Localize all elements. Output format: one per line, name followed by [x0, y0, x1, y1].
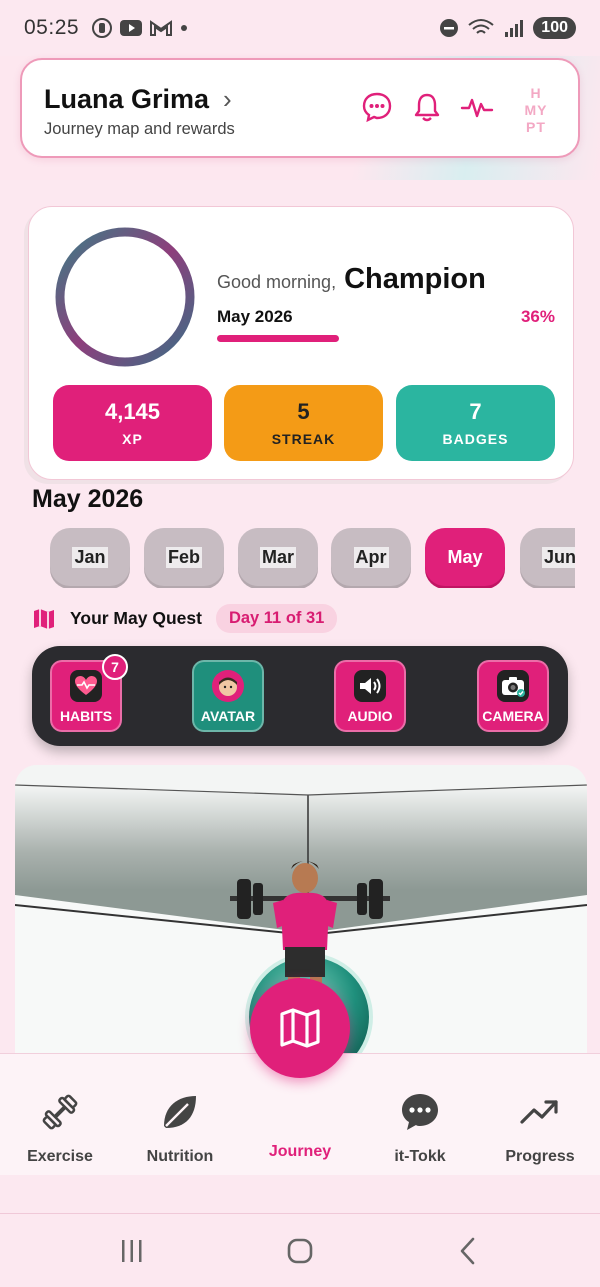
speaker-icon — [354, 670, 386, 702]
map-icon — [34, 608, 54, 629]
profile-name: Luana Grima — [44, 84, 210, 114]
dumbbell-icon — [42, 1094, 78, 1130]
greeting-nickname: Champion — [344, 263, 486, 295]
month-chip-label: Feb — [165, 546, 202, 568]
month-chip-mar[interactable]: Mar — [238, 528, 318, 586]
quest-day-badge: Day 11 of 31 — [215, 604, 338, 633]
habits-count-badge: 7 — [102, 654, 128, 680]
streak-label: STREAK — [271, 431, 336, 447]
badges-stat[interactable]: 7 BADGES — [396, 385, 555, 461]
month-progress-percent: 36% — [520, 307, 555, 326]
quest-title: Your May Quest — [70, 608, 202, 628]
profile-name-link[interactable]: Luana Grima › — [44, 84, 232, 115]
app-notification-icon — [92, 18, 113, 38]
calendar-title: May 2026 — [32, 485, 144, 513]
nav-nutrition-label: Nutrition — [146, 1148, 214, 1165]
hmypt-logo: H MY PT — [514, 82, 558, 138]
gmail-icon — [150, 20, 173, 36]
battery-indicator: 100 — [533, 17, 576, 39]
youtube-icon — [120, 20, 143, 36]
camera-icon — [497, 670, 529, 702]
heart-pulse-icon — [70, 670, 102, 702]
month-chip-may[interactable]: May — [425, 528, 505, 586]
month-selector: Jan Feb Mar Apr May Jun — [50, 528, 575, 588]
avatar-label: AVATAR — [200, 708, 256, 724]
map-icon — [280, 1008, 320, 1048]
header-card: Luana Grima › Journey map and rewards H … — [20, 58, 580, 158]
trend-up-icon — [520, 1100, 558, 1124]
nav-it-tokk-label: it-Tokk — [394, 1148, 446, 1165]
xp-value: 4,145 — [104, 399, 161, 424]
xp-label: XP — [122, 431, 143, 447]
camera-button[interactable]: CAMERA — [477, 660, 549, 732]
greeting: Good morning, Champion — [217, 263, 486, 296]
home-icon[interactable] — [280, 1236, 320, 1266]
audio-label: AUDIO — [347, 708, 393, 724]
nav-nutrition[interactable]: Nutrition — [120, 1090, 240, 1166]
lower-spacer — [0, 1175, 600, 1213]
nav-journey-label: Journey — [268, 1143, 332, 1160]
avatar-button[interactable]: AVATAR — [192, 660, 264, 732]
signal-icon — [505, 20, 524, 37]
habits-button[interactable]: HABITS 7 — [50, 654, 128, 732]
quest-row: Your May Quest Day 11 of 31 — [32, 604, 338, 633]
month-chip-label: Apr — [353, 546, 389, 568]
nav-exercise[interactable]: Exercise — [0, 1090, 120, 1166]
month-chip-apr[interactable]: Apr — [331, 528, 411, 586]
quest-action-bar: HABITS 7 AVATAR AUDIO CAMERA — [32, 646, 568, 746]
avatar-progress-ring[interactable] — [53, 225, 197, 369]
logo-line-1: H — [530, 84, 542, 101]
month-chip-jun[interactable]: Jun — [520, 528, 575, 586]
month-chip-feb[interactable]: Feb — [144, 528, 224, 586]
month-progress-label: May 2026 — [217, 307, 293, 326]
badges-value: 7 — [469, 399, 482, 424]
system-navigation-bar — [0, 1213, 600, 1287]
month-chip-label: Jun — [541, 546, 575, 568]
audio-button[interactable]: AUDIO — [334, 660, 406, 732]
nav-journey-button[interactable] — [250, 978, 350, 1078]
camera-label: CAMERA — [482, 708, 544, 724]
status-time: 05:25 — [24, 16, 80, 39]
month-chip-jan[interactable]: Jan — [50, 528, 130, 586]
habits-label: HABITS — [59, 708, 113, 724]
chat-bubble-icon — [402, 1094, 438, 1130]
chevron-right-icon: › — [223, 84, 232, 114]
recent-apps-icon[interactable] — [112, 1236, 152, 1266]
logo-line-2: MY — [524, 101, 548, 118]
status-notification-icons — [91, 17, 189, 39]
streak-stat[interactable]: 5 STREAK — [224, 385, 383, 461]
nav-exercise-label: Exercise — [27, 1148, 93, 1165]
leaf-icon — [164, 1096, 196, 1128]
status-system-icons: 100 — [439, 17, 576, 39]
nav-it-tokk[interactable]: it-Tokk — [360, 1090, 480, 1166]
bell-icon[interactable] — [410, 90, 444, 124]
xp-stat[interactable]: 4,145 XP — [53, 385, 212, 461]
dnd-icon — [440, 19, 459, 37]
profile-summary-card: Good morning, Champion May 2026 36% 4,14… — [28, 206, 574, 480]
greeting-text: Good morning, — [217, 272, 337, 292]
streak-value: 5 — [297, 399, 310, 424]
dot-icon — [181, 25, 188, 31]
month-chip-label: May — [447, 546, 483, 567]
logo-line-3: PT — [526, 118, 546, 135]
month-chip-label: Mar — [259, 546, 296, 568]
nav-progress-label: Progress — [505, 1148, 575, 1165]
status-bar: 05:25 100 — [0, 0, 600, 56]
avatar-icon — [212, 670, 244, 702]
back-icon[interactable] — [448, 1236, 488, 1266]
badges-label: BADGES — [442, 431, 509, 447]
heartbeat-icon[interactable] — [460, 90, 494, 124]
header-subtitle: Journey map and rewards — [44, 120, 235, 138]
wifi-icon — [468, 19, 494, 34]
nav-progress[interactable]: Progress — [480, 1090, 600, 1166]
month-progress-bar — [217, 335, 339, 342]
month-chip-label: Jan — [72, 546, 108, 568]
chat-icon[interactable] — [360, 90, 394, 124]
